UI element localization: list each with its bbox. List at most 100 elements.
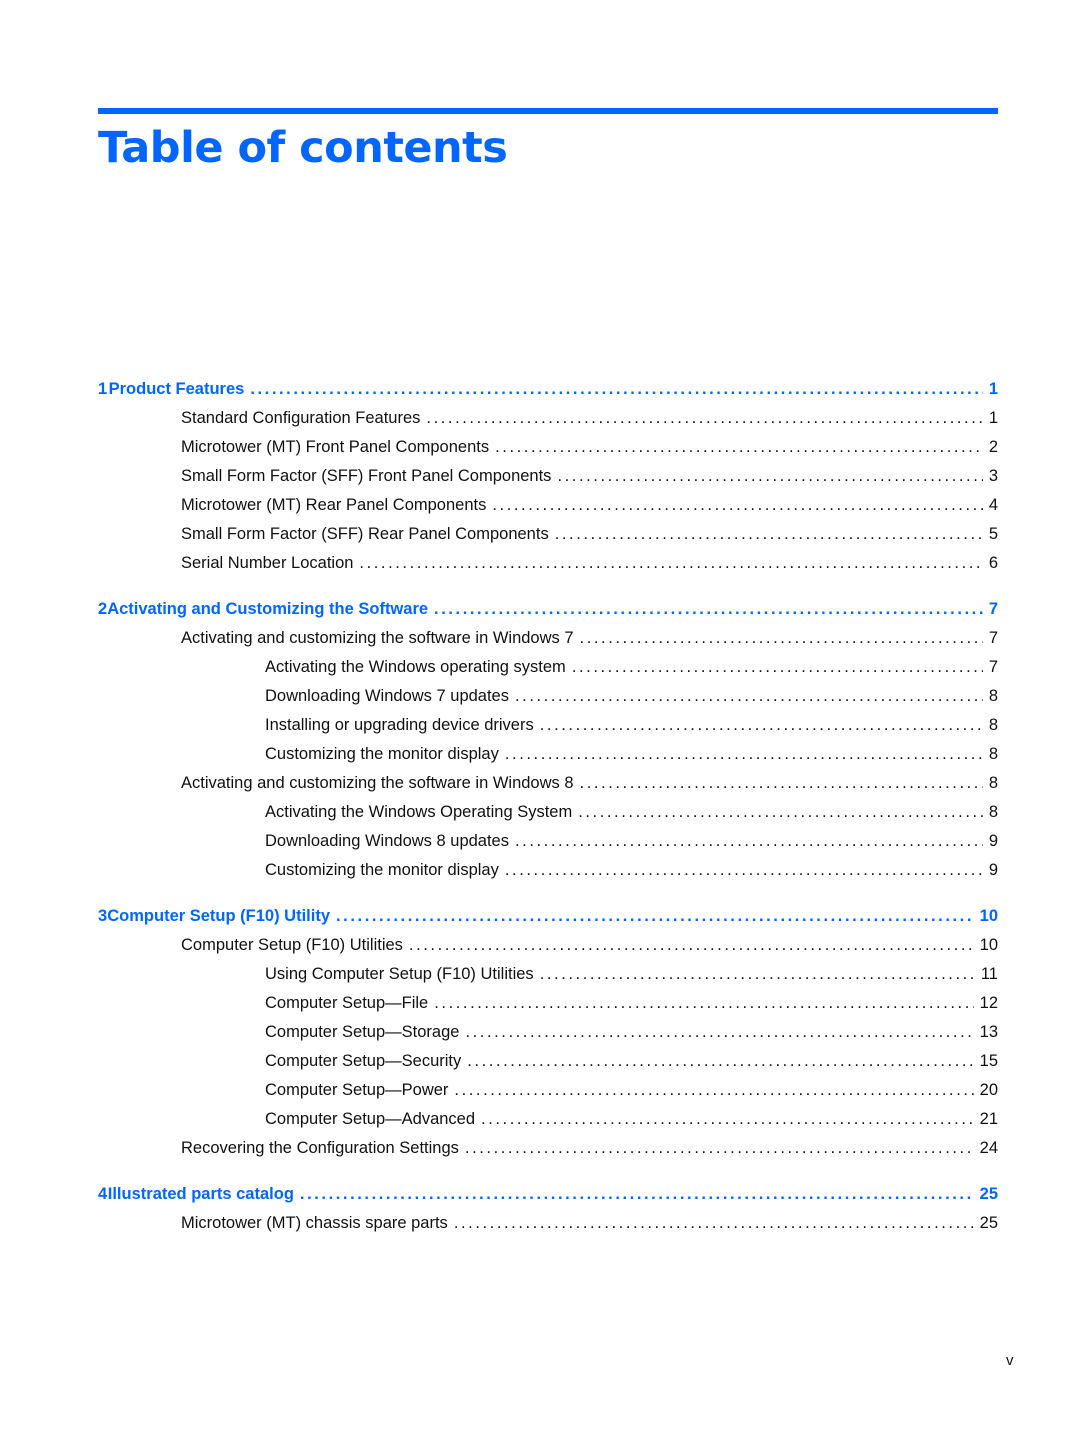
entry-page[interactable]: 12 (974, 989, 998, 1018)
entry-page[interactable]: 15 (974, 1047, 998, 1076)
toc-entry[interactable]: Recovering the Configuration Settings 24 (98, 1134, 998, 1163)
dot-leader (481, 1105, 974, 1134)
entry-page[interactable]: 4 (983, 491, 998, 520)
entry-page[interactable]: 8 (983, 769, 998, 798)
entry-page[interactable]: 21 (974, 1105, 998, 1134)
entry-page[interactable]: 3 (983, 462, 998, 491)
entry-page[interactable]: 9 (983, 827, 998, 856)
toc-entry[interactable]: Customizing the monitor display 8 (98, 740, 998, 769)
toc-entry[interactable]: Serial Number Location 6 (98, 549, 998, 578)
toc-chapter-heading[interactable]: 2 Activating and Customizing the Software… (98, 594, 998, 624)
entry-title[interactable]: Computer Setup—File (265, 989, 434, 1018)
chapter-title[interactable]: Computer Setup (F10) Utility (107, 901, 336, 931)
page-number: v (1006, 1352, 1014, 1369)
entry-title[interactable]: Activating and customizing the software … (181, 624, 580, 653)
entry-page[interactable]: 13 (974, 1018, 998, 1047)
chapter-title[interactable]: Activating and Customizing the Software (107, 594, 434, 624)
entry-page[interactable]: 8 (983, 711, 998, 740)
entry-title[interactable]: Activating and customizing the software … (181, 769, 580, 798)
entry-title[interactable]: Customizing the monitor display (265, 856, 505, 885)
chapter-page[interactable]: 1 (983, 374, 998, 404)
entry-page[interactable]: 2 (983, 433, 998, 462)
toc-entry[interactable]: Standard Configuration Features 1 (98, 404, 998, 433)
chapter-title[interactable]: Illustrated parts catalog (108, 1179, 300, 1209)
dot-leader (434, 989, 973, 1018)
toc-entry[interactable]: Activating and customizing the software … (98, 624, 998, 653)
chapter-title[interactable]: Product Features (109, 374, 251, 404)
entry-page[interactable]: 7 (983, 653, 998, 682)
entry-page[interactable]: 8 (983, 682, 998, 711)
entry-title[interactable]: Downloading Windows 8 updates (265, 827, 515, 856)
dot-leader (540, 960, 975, 989)
toc-entry[interactable]: Microtower (MT) chassis spare parts 25 (98, 1209, 998, 1238)
page-title: Table of contents (98, 123, 508, 173)
entry-title[interactable]: Installing or upgrading device drivers (265, 711, 540, 740)
toc-chapter-heading[interactable]: 4Illustrated parts catalog 25 (98, 1179, 998, 1209)
entry-title[interactable]: Activating the Windows Operating System (265, 798, 578, 827)
toc-entry[interactable]: Downloading Windows 7 updates 8 (98, 682, 998, 711)
entry-title[interactable]: Microtower (MT) Rear Panel Components (181, 491, 492, 520)
chapter-number: 4 (98, 1185, 108, 1203)
entry-page[interactable]: 20 (974, 1076, 998, 1105)
entry-page[interactable]: 5 (983, 520, 998, 549)
entry-title[interactable]: Small Form Factor (SFF) Front Panel Comp… (181, 462, 557, 491)
entry-title[interactable]: Customizing the monitor display (265, 740, 505, 769)
toc-entry[interactable]: Installing or upgrading device drivers 8 (98, 711, 998, 740)
toc-entry[interactable]: Activating the Windows operating system 7 (98, 653, 998, 682)
dot-leader (359, 549, 982, 578)
toc-entry[interactable]: Computer Setup—Power 20 (98, 1076, 998, 1105)
entry-page[interactable]: 9 (983, 856, 998, 885)
title-rule (98, 108, 998, 114)
toc-entry[interactable]: Using Computer Setup (F10) Utilities 11 (98, 960, 998, 989)
entry-page[interactable]: 10 (974, 931, 998, 960)
entry-title[interactable]: Microtower (MT) chassis spare parts (181, 1209, 454, 1238)
entry-title[interactable]: Computer Setup—Security (265, 1047, 467, 1076)
entry-page[interactable]: 11 (975, 960, 998, 989)
entry-title[interactable]: Microtower (MT) Front Panel Components (181, 433, 495, 462)
toc-entry[interactable]: Downloading Windows 8 updates 9 (98, 827, 998, 856)
entry-title[interactable]: Computer Setup—Power (265, 1076, 454, 1105)
chapter-page[interactable]: 25 (974, 1179, 998, 1209)
entry-title[interactable]: Computer Setup (F10) Utilities (181, 931, 409, 960)
toc-chapter-heading[interactable]: 1Product Features1 (98, 374, 998, 404)
entry-page[interactable]: 25 (974, 1209, 998, 1238)
toc-entry[interactable]: Customizing the monitor display 9 (98, 856, 998, 885)
toc-entry[interactable]: Computer Setup (F10) Utilities 10 (98, 931, 998, 960)
dot-leader (578, 798, 983, 827)
chapter-page[interactable]: 10 (974, 901, 998, 931)
entry-page[interactable]: 8 (983, 740, 998, 769)
toc-entry[interactable]: Small Form Factor (SFF) Front Panel Comp… (98, 462, 998, 491)
entry-title[interactable]: Recovering the Configuration Settings (181, 1134, 465, 1163)
entry-title[interactable]: Standard Configuration Features (181, 404, 426, 433)
dot-leader (336, 901, 974, 931)
entry-title[interactable]: Serial Number Location (181, 549, 359, 578)
entry-page[interactable]: 1 (983, 404, 998, 433)
dot-leader (434, 594, 983, 624)
toc-entry[interactable]: Activating the Windows Operating System 8 (98, 798, 998, 827)
toc-entry[interactable]: Microtower (MT) Rear Panel Components 4 (98, 491, 998, 520)
entry-title[interactable]: Using Computer Setup (F10) Utilities (265, 960, 540, 989)
toc-entry[interactable]: Computer Setup—Storage 13 (98, 1018, 998, 1047)
entry-page[interactable]: 8 (983, 798, 998, 827)
dot-leader (454, 1076, 973, 1105)
toc-entry[interactable]: Microtower (MT) Front Panel Components 2 (98, 433, 998, 462)
entry-page[interactable]: 6 (983, 549, 998, 578)
entry-title[interactable]: Computer Setup—Storage (265, 1018, 465, 1047)
entry-page[interactable]: 7 (983, 624, 998, 653)
dot-leader (555, 520, 983, 549)
entry-title[interactable]: Downloading Windows 7 updates (265, 682, 515, 711)
dot-leader (454, 1209, 974, 1238)
toc-entry[interactable]: Activating and customizing the software … (98, 769, 998, 798)
entry-title[interactable]: Activating the Windows operating system (265, 653, 572, 682)
toc-entry[interactable]: Computer Setup—File 12 (98, 989, 998, 1018)
entry-title[interactable]: Small Form Factor (SFF) Rear Panel Compo… (181, 520, 555, 549)
chapter-page[interactable]: 7 (983, 594, 998, 624)
toc-chapter: 2 Activating and Customizing the Software… (98, 594, 998, 885)
chapter-number: 2 (98, 600, 108, 618)
toc-entry[interactable]: Computer Setup—Advanced 21 (98, 1105, 998, 1134)
toc-entry[interactable]: Small Form Factor (SFF) Rear Panel Compo… (98, 520, 998, 549)
entry-page[interactable]: 24 (974, 1134, 998, 1163)
entry-title[interactable]: Computer Setup—Advanced (265, 1105, 481, 1134)
toc-entry[interactable]: Computer Setup—Security 15 (98, 1047, 998, 1076)
toc-chapter-heading[interactable]: 3Computer Setup (F10) Utility 10 (98, 901, 998, 931)
